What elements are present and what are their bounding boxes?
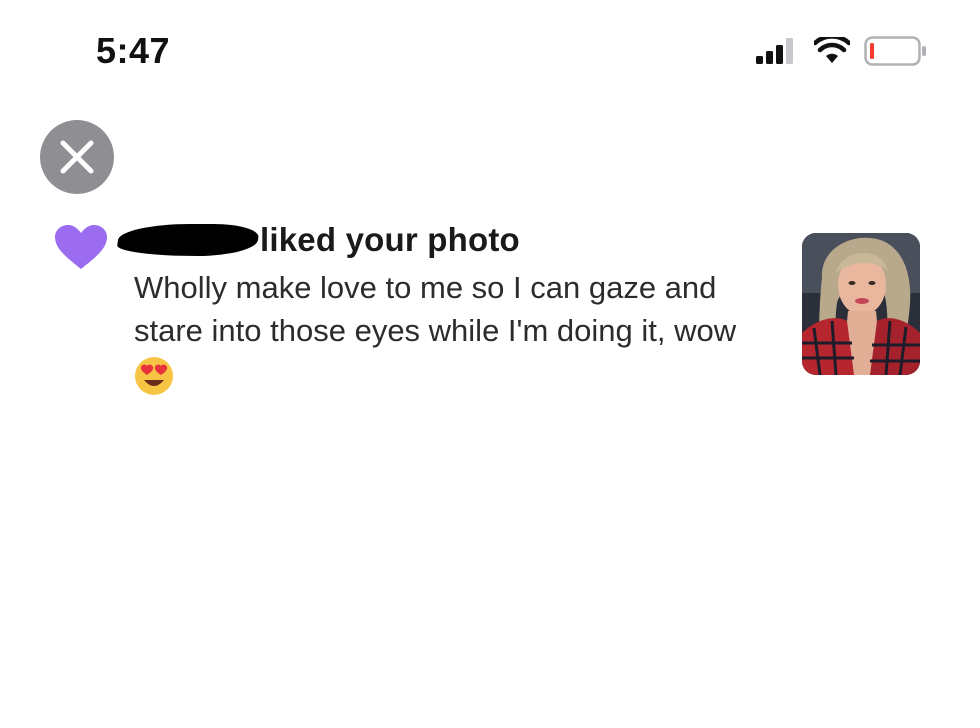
wifi-icon	[814, 37, 850, 63]
close-icon	[60, 140, 94, 174]
status-bar: 5:47	[0, 0, 980, 100]
status-icons	[756, 36, 928, 66]
battery-low-icon	[864, 36, 926, 66]
message-text: Wholly make love to me so I can gaze and…	[134, 270, 737, 348]
redacted-username	[115, 224, 261, 256]
heart-icon	[55, 225, 107, 269]
cellular-signal-icon	[756, 38, 793, 64]
photo-thumbnail[interactable]	[802, 233, 920, 375]
heart-eyes-emoji-icon	[135, 356, 173, 395]
notification-message: Wholly make love to me so I can gaze and…	[134, 266, 774, 396]
close-button[interactable]	[40, 120, 114, 194]
notification-header: liked your photo	[115, 218, 520, 262]
photo-thumbnail-image	[802, 233, 920, 375]
notification-action-text: liked your photo	[260, 221, 520, 258]
status-time: 5:47	[96, 30, 171, 71]
